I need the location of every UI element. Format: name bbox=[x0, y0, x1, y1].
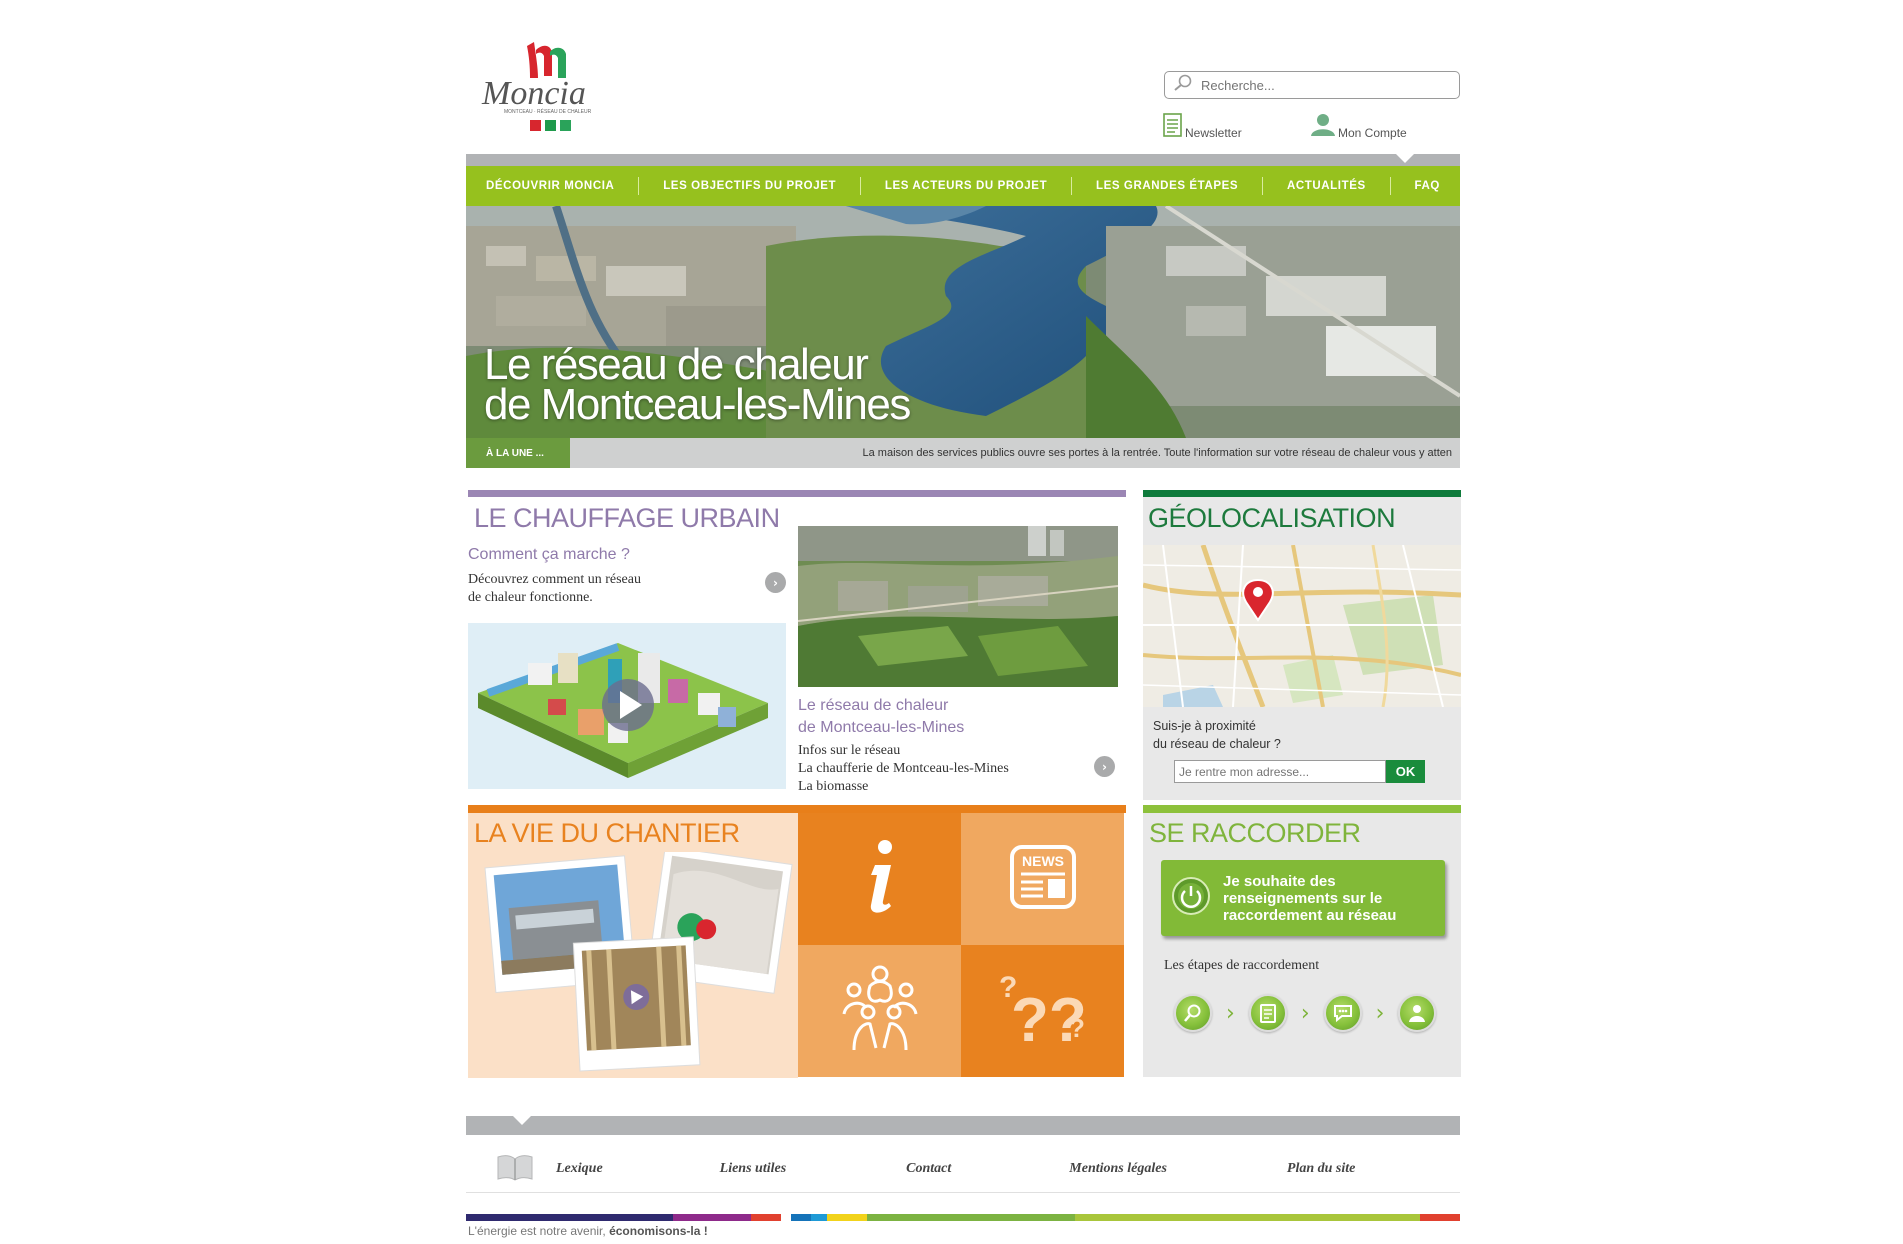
step-user-icon[interactable] bbox=[1398, 994, 1437, 1032]
how-it-works-link[interactable]: Comment ça marche ? bbox=[468, 546, 630, 564]
info-tile[interactable] bbox=[798, 813, 961, 945]
how-it-works-arrow-button[interactable]: › bbox=[765, 572, 786, 593]
book-icon bbox=[496, 1153, 534, 1186]
raccordement-request-button[interactable]: Je souhaite des renseignements sur le ra… bbox=[1161, 860, 1445, 936]
nav-item-decouvrir[interactable]: Découvrir Moncia bbox=[486, 180, 614, 192]
ticker-tag[interactable]: À LA UNE ... bbox=[466, 438, 570, 468]
geo-map[interactable] bbox=[1142, 544, 1462, 708]
network-links-list: Infos sur le réseau La chaufferie de Mon… bbox=[798, 742, 1009, 796]
raccorder-accent-bar bbox=[1143, 805, 1461, 813]
raccordement-steps-label: Les étapes de raccordement bbox=[1164, 958, 1320, 973]
footer-link-plan-du-site[interactable]: Plan du site bbox=[1287, 1161, 1355, 1177]
raccorder-title: SE RACCORDER bbox=[1149, 818, 1361, 848]
geo-title: GÉOLOCALISATION bbox=[1148, 503, 1396, 533]
chantier-title: LA VIE DU CHANTIER bbox=[474, 818, 740, 848]
footer-slogan: L'énergie est notre avenir, économisons-… bbox=[468, 1224, 708, 1238]
moncia-logo[interactable]: Moncia MONTCEAU · RÉSEAU DE CHALEUR bbox=[472, 38, 612, 134]
account-label: Mon Compte bbox=[1338, 126, 1407, 140]
how-text-line2: de chaleur fonctionne. bbox=[468, 590, 593, 605]
network-link-chaufferie[interactable]: La chaufferie de Montceau-les-Mines bbox=[798, 760, 1009, 778]
nav-separator bbox=[1389, 177, 1391, 195]
hero-title-line2: de Montceau-les-Mines bbox=[484, 380, 911, 429]
ticker-text[interactable]: La maison des services publics ouvre ses… bbox=[580, 438, 1452, 468]
footer-divider bbox=[466, 1192, 1460, 1193]
nav-separator bbox=[1071, 177, 1073, 195]
network-link-biomasse[interactable]: La biomasse bbox=[798, 778, 1009, 796]
question-marks-icon: ? ?? ? bbox=[997, 969, 1089, 1055]
logo-text: Moncia bbox=[481, 75, 586, 112]
step-search-icon[interactable] bbox=[1174, 994, 1212, 1032]
chantier-accent-bar bbox=[468, 805, 1126, 813]
network-aerial-photo[interactable] bbox=[798, 526, 1118, 687]
footer-link-liens-utiles[interactable]: Liens utiles bbox=[720, 1161, 787, 1177]
city-video-thumbnail[interactable] bbox=[468, 623, 786, 789]
svg-text:?: ? bbox=[1069, 1013, 1085, 1043]
step-arrow-icon: › bbox=[1226, 1000, 1235, 1026]
hero-title: Le réseau de chaleur de Montceau-les-Min… bbox=[484, 340, 911, 429]
footer-top-bar bbox=[466, 1116, 1460, 1135]
step-arrow-icon: › bbox=[1300, 1000, 1310, 1026]
step-arrow-icon: › bbox=[1375, 1000, 1385, 1026]
chantier-photo-collage[interactable] bbox=[476, 846, 796, 1072]
chauffage-title: LE CHAUFFAGE URBAIN bbox=[474, 503, 780, 533]
news-tile-label: NEWS bbox=[1022, 853, 1064, 869]
network-link-infos[interactable]: Infos sur le réseau bbox=[798, 742, 1009, 760]
geo-accent-bar bbox=[1143, 490, 1461, 497]
nav-separator bbox=[638, 177, 640, 195]
raccordement-button-label: Je souhaite des renseignements sur le ra… bbox=[1223, 872, 1397, 924]
slogan-bold-text: économisons-la ! bbox=[609, 1224, 708, 1238]
address-input[interactable] bbox=[1174, 760, 1386, 783]
user-icon bbox=[1310, 113, 1336, 140]
community-tile[interactable] bbox=[798, 945, 961, 1077]
raccordement-steps: › › › bbox=[1174, 994, 1437, 1032]
nav-item-faq[interactable]: FAQ bbox=[1415, 180, 1440, 192]
logo-tagline: MONTCEAU · RÉSEAU DE CHALEUR bbox=[504, 108, 592, 115]
step-discussion-icon[interactable] bbox=[1323, 994, 1362, 1032]
color-stripe bbox=[466, 1208, 1460, 1221]
search-box[interactable] bbox=[1164, 71, 1460, 99]
step-document-icon[interactable] bbox=[1248, 994, 1287, 1032]
nav-item-etapes[interactable]: Les grandes étapes bbox=[1096, 180, 1238, 192]
info-icon bbox=[855, 837, 905, 922]
newsletter-label: Newsletter bbox=[1185, 126, 1242, 140]
footer-notch bbox=[513, 1116, 531, 1125]
newsletter-link[interactable]: Newsletter bbox=[1163, 113, 1242, 140]
nav-notch bbox=[1396, 154, 1414, 163]
chevron-right-icon: › bbox=[1102, 759, 1107, 774]
network-title-line1: Le réseau de chaleur bbox=[798, 697, 949, 714]
people-icon bbox=[840, 964, 920, 1059]
faq-tile[interactable]: ? ?? ? bbox=[961, 945, 1124, 1077]
geo-question-line2: du réseau de chaleur ? bbox=[1153, 737, 1281, 751]
how-it-works-text: Découvrez comment un réseau de chaleur f… bbox=[468, 571, 641, 607]
nav-separator bbox=[1262, 177, 1264, 195]
network-link[interactable]: Le réseau de chaleur de Montceau-les-Min… bbox=[798, 695, 964, 739]
account-link[interactable]: Mon Compte bbox=[1310, 113, 1407, 140]
power-icon bbox=[1171, 876, 1211, 921]
hero-title-line1: Le réseau de chaleur bbox=[484, 340, 869, 389]
news-tile[interactable]: NEWS bbox=[961, 813, 1124, 945]
footer-links: Lexique Liens utiles Contact Mentions lé… bbox=[466, 1148, 1460, 1190]
nav-item-objectifs[interactable]: Les objectifs du projet bbox=[663, 180, 836, 192]
search-input[interactable] bbox=[1201, 77, 1441, 93]
slogan-text: L'énergie est notre avenir, bbox=[468, 1224, 606, 1238]
nav-separator bbox=[859, 177, 861, 195]
newsletter-icon bbox=[1163, 113, 1183, 140]
nav-item-actualites[interactable]: Actualités bbox=[1287, 180, 1366, 192]
network-arrow-button[interactable]: › bbox=[1094, 756, 1115, 777]
chauffage-accent-bar bbox=[468, 490, 1126, 497]
geo-question-line1: Suis-je à proximité bbox=[1153, 719, 1256, 733]
newspaper-icon: NEWS bbox=[1009, 844, 1077, 915]
how-text-line1: Découvrez comment un réseau bbox=[468, 572, 641, 587]
search-icon bbox=[1173, 74, 1193, 97]
main-nav: Découvrir Moncia Les objectifs du projet… bbox=[466, 166, 1460, 206]
address-ok-button[interactable]: OK bbox=[1386, 760, 1425, 783]
geo-question: Suis-je à proximité du réseau de chaleur… bbox=[1153, 717, 1281, 753]
footer-link-mentions-legales[interactable]: Mentions légales bbox=[1069, 1161, 1167, 1177]
footer-link-contact[interactable]: Contact bbox=[906, 1161, 951, 1177]
network-title-line2: de Montceau-les-Mines bbox=[798, 719, 965, 736]
nav-top-bar bbox=[466, 154, 1460, 166]
nav-item-acteurs[interactable]: Les acteurs du projet bbox=[885, 180, 1047, 192]
chevron-right-icon: › bbox=[773, 575, 778, 590]
footer-link-lexique[interactable]: Lexique bbox=[556, 1161, 603, 1177]
